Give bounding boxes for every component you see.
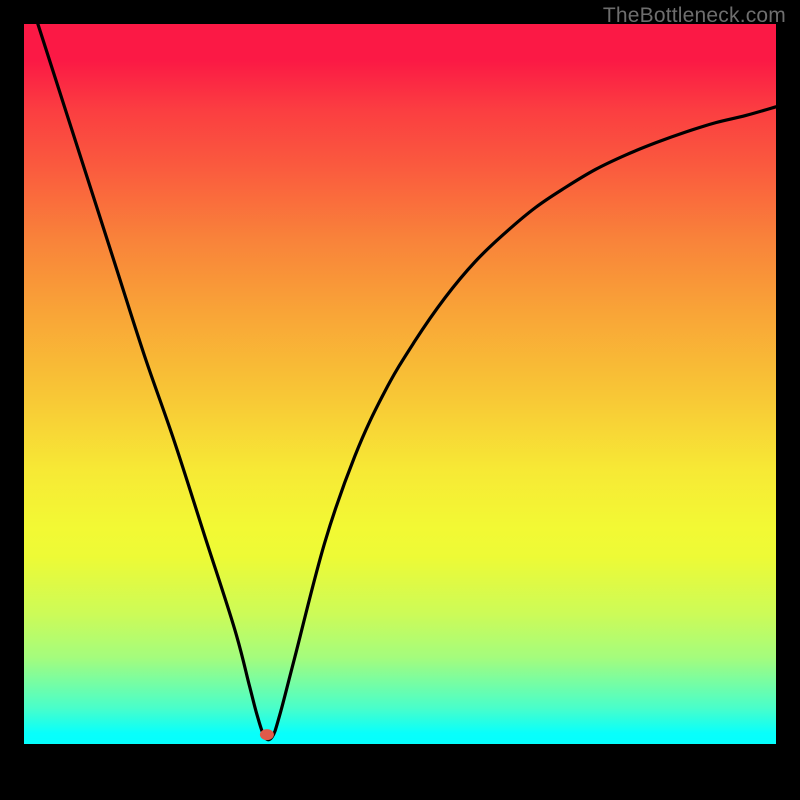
plot-area xyxy=(24,24,776,744)
watermark-text: TheBottleneck.com xyxy=(603,4,786,28)
x-axis-band xyxy=(24,744,776,776)
curve-svg xyxy=(24,24,776,744)
plot-frame xyxy=(24,24,776,776)
bottleneck-curve xyxy=(24,24,776,740)
optimal-point-marker xyxy=(260,729,274,740)
